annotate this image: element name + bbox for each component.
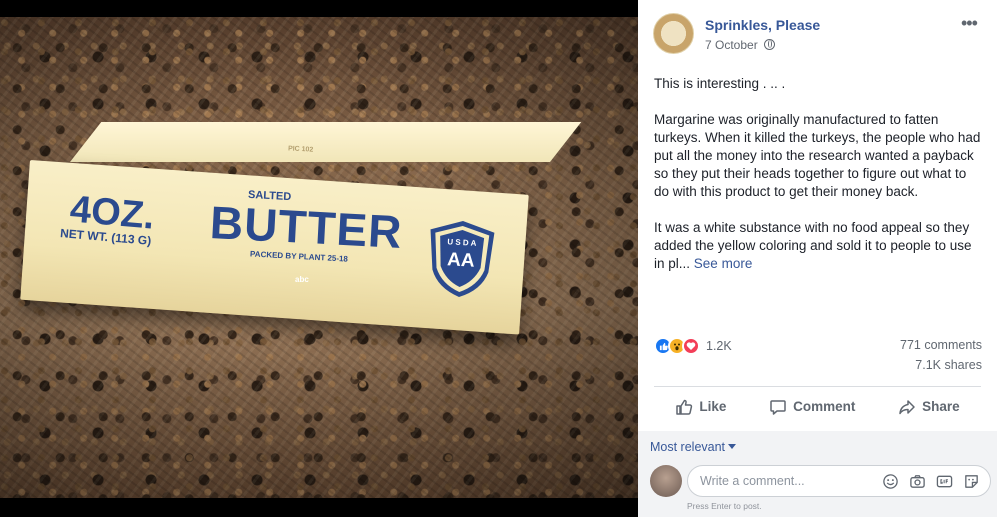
love-reaction-icon [682,337,700,355]
page-avatar-logo [665,26,683,42]
caret-down-icon [728,444,737,449]
user-avatar [650,465,682,497]
page-avatar[interactable] [653,13,694,54]
post-paragraph: It was a white substance with no food ap… [654,219,984,273]
usda-shield-icon: U S D A AA [430,221,495,297]
emoji-icon[interactable] [882,473,899,490]
comments-area: Most relevant Write a comment... Press E… [638,431,997,517]
package-product-name: BUTTER [208,195,404,259]
like-button[interactable]: Like [675,398,726,416]
package-pic-code: PIC 102 [287,145,314,154]
comment-button-label: Comment [793,399,856,414]
usda-shield-top: U S D A [447,237,477,248]
comment-button[interactable]: Comment [769,398,855,416]
post-paragraph: This is interesting . .. . [654,76,786,91]
sticker-icon[interactable] [963,473,980,490]
comment-sort-label: Most relevant [650,440,726,454]
post-text: This is interesting . .. . Margarine was… [654,75,984,291]
comment-input[interactable]: Write a comment... [687,465,991,497]
thumbs-up-icon [676,399,693,415]
reaction-count: 1.2K [706,339,732,353]
comment-input-placeholder: Write a comment... [700,474,805,488]
comment-input-tools [882,473,980,490]
share-arrow-icon [899,399,915,414]
see-more-link[interactable]: See more [694,256,753,271]
share-button-label: Share [922,399,960,414]
post-photo[interactable]: PIC 102 4OZ. NET WT. (113 G) SALTED BUTT… [0,17,638,498]
gif-icon[interactable] [936,473,953,490]
butter-stick: PIC 102 4OZ. NET WT. (113 G) SALTED BUTT… [20,122,582,335]
divider [654,386,981,387]
post-panel: Sprinkles, Please 7 October ••• This is … [638,0,997,517]
camera-icon[interactable] [909,473,926,490]
more-options-button[interactable]: ••• [961,13,978,34]
comments-count-link[interactable]: 771 comments [900,338,982,352]
post-date-link[interactable]: 7 October [705,38,758,52]
post-paragraph: Margarine was originally manufactured to… [654,112,981,199]
comment-sort-dropdown[interactable]: Most relevant [650,440,737,454]
shares-count-link[interactable]: 7.1K shares [915,358,982,372]
post-actions: Like Comment Share [654,390,981,423]
usda-shield-grade: AA [447,249,476,271]
share-button[interactable]: Share [898,398,960,416]
page-name-link[interactable]: Sprinkles, Please [705,17,820,33]
comment-icon [770,399,786,415]
photo-watermark: abc [295,275,309,284]
photo-viewer[interactable]: PIC 102 4OZ. NET WT. (113 G) SALTED BUTT… [0,0,638,517]
public-globe-icon[interactable] [764,39,776,50]
reactions-summary[interactable]: 1.2K [654,337,732,355]
butter-top-face [70,122,582,162]
like-button-label: Like [699,399,727,414]
post-meta: 7 October [705,38,776,52]
press-enter-hint: Press Enter to post. [687,501,762,511]
